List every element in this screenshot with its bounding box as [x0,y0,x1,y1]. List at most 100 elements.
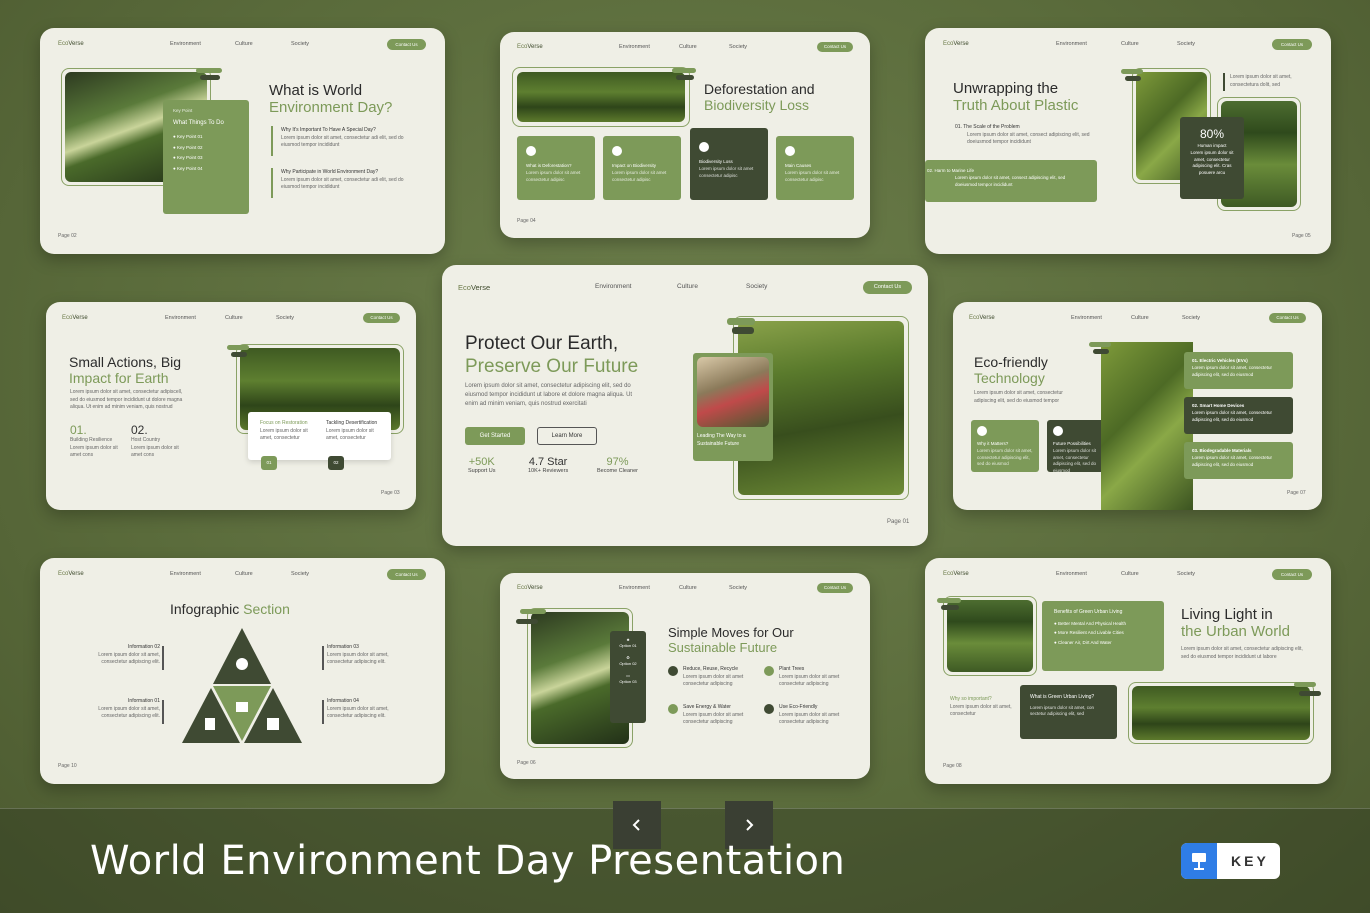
decor-pill [732,327,754,334]
nav-culture: Culture [677,283,698,290]
slide-infographic[interactable]: EcoVerse Environment Culture Society Con… [40,558,445,784]
nav-culture: Culture [225,315,243,321]
divider [322,646,324,670]
contact-button: Contact Us [1269,313,1306,323]
decor-pill [520,609,546,614]
page-number: Page 10 [58,763,77,769]
key-point-panel: Key Point What Things To Do ● Key Point … [163,100,249,214]
tag-01: 01 [261,456,277,470]
triangle-infographic [182,628,302,743]
logo: EcoVerse [943,571,969,577]
info-04: Information 04 Lorem ipsum dolor sit amet… [327,698,389,719]
box-main-causes: Main Causes Lorem ipsum dolor sit amet co… [776,136,854,200]
page-number: Page 06 [517,760,536,766]
nav-society: Society [276,315,295,321]
nav-society: Society [729,44,748,50]
nav-society: Society [1182,315,1201,321]
stat-01: 01. Building Resilience Lorem ipsum dolor … [70,423,118,458]
why-important: Why so important? Lorem ipsum dolor sit a… [950,696,1012,717]
nav-society: Society [1177,41,1196,47]
slide-title: What is World Environment Day? [269,82,393,117]
decor-pill [941,605,959,610]
slide-plastic[interactable]: EcoVerse Environment Culture Society Con… [925,28,1331,254]
decor-pill [1299,691,1321,696]
things-title: What Things To Do [173,119,224,126]
slide-what-is-world-environment-day[interactable]: EcoVerse Environment Culture Society Con… [40,28,445,254]
nav-culture: Culture [1121,41,1139,47]
slide-deforestation[interactable]: EcoVerse Environment Culture Society Con… [500,32,870,238]
benefit-2: ● More Resilient And Livable Cities [1054,630,1124,636]
forest-photo [1101,342,1193,510]
info-01: Information 01 Lorem ipsum dolor sit amet… [98,698,160,719]
nav-society: Society [746,283,768,290]
accent-bar [271,168,273,198]
nav-environment: Environment [1056,41,1087,47]
nav-culture: Culture [235,41,253,47]
page-number: Page 03 [381,490,400,496]
nav-society: Society [729,585,748,591]
nav-culture: Culture [235,571,253,577]
slide-living-light[interactable]: EcoVerse Environment Culture Society Con… [925,558,1331,784]
accent-bar [1223,73,1225,91]
option-2: ♻ Option 02 [619,655,637,666]
triangle-top [213,628,271,684]
slide-small-actions[interactable]: EcoVerse Environment Culture Society Con… [46,302,416,510]
decor-pill [937,598,961,603]
info-02: Information 02 Lorem ipsum dolor sit amet… [98,644,160,665]
decor-pill [1093,349,1109,354]
slide-title: Protect Our Earth, Preserve Our Future [465,333,639,377]
decor-pill [200,75,220,80]
tree-icon [526,146,536,156]
divider [322,700,324,724]
contact-button: Contact Us [817,42,853,52]
logo: EcoVerse [58,571,84,577]
stat-text: Lorem ipsum dolor sit amet, consectetur … [1190,149,1234,175]
slide-protect-our-earth[interactable]: EcoVerse Environment Culture Society Con… [442,265,928,546]
slide-title: Unwrapping the Truth About Plastic [953,80,1079,115]
page-number: Page 08 [943,763,962,769]
contact-button: Contact Us [863,281,912,294]
decor-pill [676,75,694,80]
slide-title: Simple Moves for Our Sustainable Future [668,625,794,655]
keynote-badge: KEY [1181,843,1280,879]
contact-button: Contact Us [1272,39,1312,50]
leaf-icon [764,704,774,714]
card-desertification: Tackling Desertification Lorem ipsum dolo… [326,420,378,441]
nav-society: Society [291,41,310,47]
contact-button: Contact Us [817,583,853,593]
info-card: Focus on Restoration Lorem ipsum dolor si… [248,412,391,460]
nav-environment: Environment [595,283,632,290]
decor-pill [1125,76,1141,81]
map-icon [267,718,279,730]
caption-card: Leading The Way to a Sustainable Future [693,353,773,461]
contact-button: Contact Us [387,39,426,50]
side-note: Lorem ipsum dolor sit amet, consectetura… [1230,74,1292,88]
keynote-label: KEY [1231,853,1269,869]
nav-environment: Environment [619,585,650,591]
keynote-icon [1181,843,1217,879]
logo: EcoVerse [517,585,543,591]
green-urban-panel: What is Green Urban Living? Lorem ipsum d… [1020,685,1117,739]
decor-pill [1294,682,1316,687]
people-icon [236,658,248,670]
decor-pill [672,68,696,73]
sprout-icon [785,146,795,156]
box-biodiversity-loss: Biodiversity Loss Lorem ipsum dolor sit a… [690,128,768,200]
stat-card: 80% Human impact Lorem ipsum dolor sit ame… [1180,117,1244,199]
section-marine-life: 02. Harm to Marine Life Lorem ipsum dolor… [925,160,1097,202]
get-started-button: Get Started [465,427,525,445]
point-1: ● Key Point 01 [173,133,203,139]
person-photo [697,357,769,427]
stat-support: +50K Support Us [468,456,496,474]
box-what-is-deforestation: What is Deforestation? Lorem ipsum dolor … [517,136,595,200]
contact-button: Contact Us [1272,569,1312,580]
item-smart-home: 02. Smart Home Devices Lorem ipsum dolor … [1184,397,1293,434]
slide-simple-moves[interactable]: EcoVerse Environment Culture Society Con… [500,573,870,779]
forest-photo [947,600,1033,672]
decor-pill [1089,342,1111,347]
document-icon [205,718,215,730]
slide-eco-friendly-technology[interactable]: EcoVerse Environment Culture Society Con… [953,302,1322,510]
tag-02: 02 [328,456,344,470]
logo: EcoVerse [943,41,969,47]
recycle-icon [668,666,678,676]
